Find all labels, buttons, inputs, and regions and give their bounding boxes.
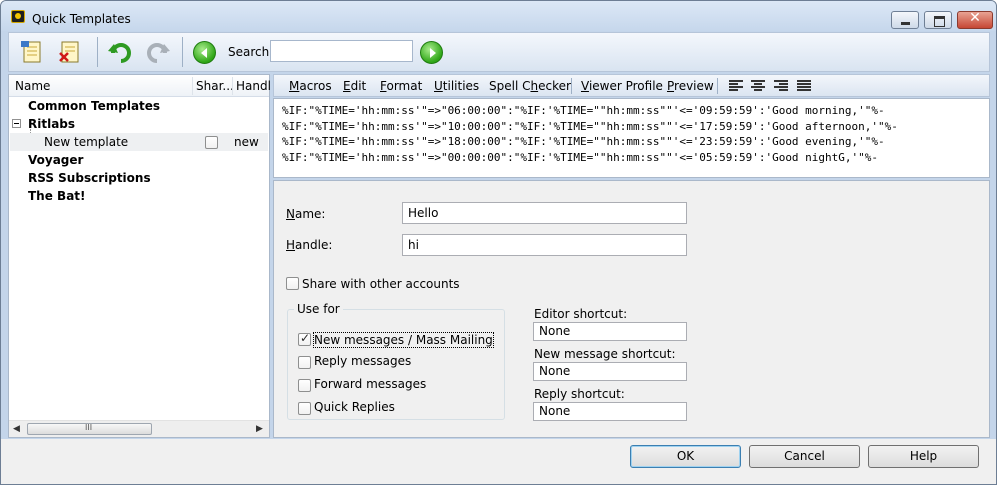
close-button[interactable]: ✕ <box>957 10 993 29</box>
use-for-group: Use for New messages / Mass Mailing Repl… <box>287 302 505 420</box>
minimize-button[interactable] <box>891 11 919 29</box>
align-center-icon[interactable] <box>751 80 765 92</box>
handle-label: Handle: <box>286 238 333 252</box>
scroll-left-icon[interactable]: ◀ <box>13 424 20 434</box>
maximize-button[interactable] <box>924 11 952 29</box>
template-tree-panel[interactable]: Name Shar... Handl Common Templates Ritl… <box>8 74 271 438</box>
name-label: Name: <box>286 207 326 221</box>
search-go-icon[interactable] <box>420 41 443 64</box>
new-messages-checkbox[interactable] <box>298 331 311 346</box>
reply-shortcut-field[interactable]: None <box>533 402 687 421</box>
quick-replies-label[interactable]: Quick Replies <box>314 400 395 414</box>
new-template-icon[interactable] <box>19 39 45 65</box>
quick-replies-checkbox[interactable] <box>298 402 311 415</box>
search-input[interactable] <box>270 40 413 62</box>
window-title: Quick Templates <box>32 12 131 26</box>
column-divider[interactable] <box>232 77 233 95</box>
template-properties: Name: Hello Handle: hi Share with other … <box>273 180 990 438</box>
menu-viewer-profile[interactable]: Viewer Profile <box>581 79 663 93</box>
scroll-right-icon[interactable]: ▶ <box>256 424 263 434</box>
forward-messages-checkbox[interactable] <box>298 379 311 392</box>
dialog-button-bar: OK Cancel Help <box>1 439 996 484</box>
tree-item-the-bat[interactable]: The Bat! <box>28 189 86 203</box>
toolbar: Search <box>8 32 990 72</box>
menu-separator <box>571 78 572 94</box>
cancel-button[interactable]: Cancel <box>749 445 860 468</box>
align-justify-icon[interactable] <box>797 80 811 92</box>
menu-spell-checker[interactable]: Spell Checker <box>489 79 571 93</box>
menu-utilities[interactable]: Utilities <box>434 79 479 93</box>
toolbar-separator <box>182 37 183 67</box>
editor-line: %IF:"%TIME='hh:mm:ss'"=>"18:00:00":"%IF:… <box>282 135 885 148</box>
forward-messages-label[interactable]: Forward messages <box>314 377 426 391</box>
scroll-thumb[interactable]: III <box>27 423 152 435</box>
tree-item-rss-subscriptions[interactable]: RSS Subscriptions <box>28 171 151 185</box>
toolbar-separator <box>97 37 98 67</box>
tree-shared-checkbox[interactable] <box>205 136 218 149</box>
menu-separator <box>717 78 718 94</box>
reply-messages-checkbox[interactable] <box>298 356 311 369</box>
redo-icon[interactable] <box>145 39 171 65</box>
reply-messages-label[interactable]: Reply messages <box>314 354 411 368</box>
new-message-shortcut-label: New message shortcut: <box>534 347 676 361</box>
column-name[interactable]: Name <box>15 79 50 93</box>
tree-item-ritlabs[interactable]: Ritlabs <box>28 117 75 131</box>
menu-macros[interactable]: Macros <box>289 79 332 93</box>
name-field[interactable]: Hello <box>402 202 687 224</box>
help-button[interactable]: Help <box>868 445 979 468</box>
search-back-icon[interactable] <box>193 41 216 64</box>
editor-shortcut-label: Editor shortcut: <box>534 307 628 321</box>
search-label: Search <box>228 45 270 59</box>
tree-item-voyager[interactable]: Voyager <box>28 153 83 167</box>
tree-item-handle: new <box>234 135 259 149</box>
share-label[interactable]: Share with other accounts <box>302 277 460 291</box>
tree-column-header: Name Shar... Handl <box>9 75 271 97</box>
template-editor[interactable]: %IF:"%TIME='hh:mm:ss'"=>"06:00:00":"%IF:… <box>273 98 990 178</box>
collapse-toggle[interactable] <box>12 119 21 128</box>
menu-format[interactable]: Format <box>380 79 422 93</box>
column-divider[interactable] <box>192 77 193 95</box>
ok-button[interactable]: OK <box>630 445 741 468</box>
undo-icon[interactable] <box>107 39 133 65</box>
the-bat-app-icon <box>11 10 25 23</box>
editor-line: %IF:"%TIME='hh:mm:ss'"=>"10:00:00":"%IF:… <box>282 119 898 133</box>
use-for-label: Use for <box>294 302 343 316</box>
align-left-icon[interactable] <box>729 80 743 92</box>
reply-shortcut-label: Reply shortcut: <box>534 387 625 401</box>
editor-shortcut-field[interactable]: None <box>533 322 687 341</box>
menu-edit[interactable]: Edit <box>343 79 366 93</box>
scroll-grip: III <box>85 423 93 432</box>
share-checkbox[interactable] <box>286 277 299 290</box>
column-shared[interactable]: Shar... <box>196 79 234 93</box>
align-right-icon[interactable] <box>774 80 788 92</box>
editor-line: %IF:"%TIME='hh:mm:ss'"=>"06:00:00":"%IF:… <box>282 104 885 117</box>
menu-preview[interactable]: Preview <box>667 79 714 93</box>
tree-item-new-template[interactable]: New template <box>44 135 128 149</box>
column-handle[interactable]: Handl <box>236 79 271 93</box>
delete-template-icon[interactable] <box>57 39 83 65</box>
quick-templates-window: Quick Templates ✕ Search Name Shar... Ha… <box>0 0 997 485</box>
new-messages-label[interactable]: New messages / Mass Mailing <box>313 332 494 348</box>
horizontal-scrollbar[interactable]: ◀ III ▶ <box>9 420 269 437</box>
title-bar[interactable]: Quick Templates ✕ <box>1 1 996 31</box>
editor-line: %IF:"%TIME='hh:mm:ss'"=>"00:00:00":"%IF:… <box>282 150 879 164</box>
close-icon: ✕ <box>969 10 981 26</box>
tree-item-common-templates[interactable]: Common Templates <box>28 99 160 113</box>
handle-field[interactable]: hi <box>402 234 687 256</box>
new-message-shortcut-field[interactable]: None <box>533 362 687 381</box>
editor-menubar: Macros Edit Format Utilities Spell Check… <box>273 74 990 97</box>
